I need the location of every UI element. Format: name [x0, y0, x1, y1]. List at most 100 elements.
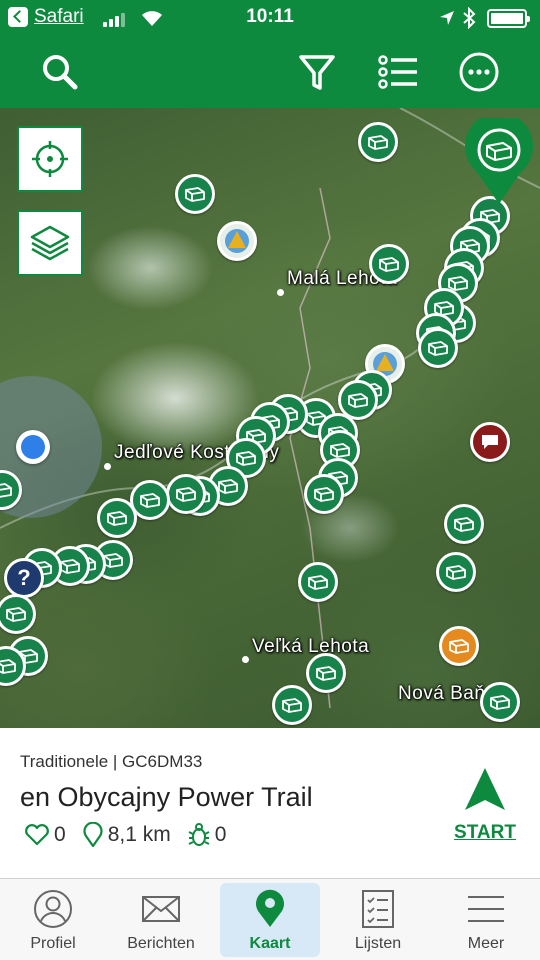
tab-label: Profiel [30, 935, 76, 952]
battery-icon [487, 9, 530, 28]
earthcache-marker[interactable] [439, 626, 479, 666]
menu-icon [468, 896, 504, 922]
location-pin-icon [83, 822, 103, 848]
cache-box-icon [282, 698, 302, 713]
profile-icon [34, 890, 72, 928]
filter-icon [299, 55, 335, 90]
more-icon [459, 52, 499, 92]
favorites-stat: 0 [24, 823, 66, 847]
layers-icon [30, 225, 70, 261]
cache-box-icon [60, 559, 80, 574]
more-options-button[interactable] [455, 48, 503, 96]
tab-label: Meer [467, 935, 505, 952]
map-view[interactable]: Malá Lehota Jedľové Kostoľany Veľká Leho… [0, 108, 540, 728]
cache-box-icon [0, 659, 16, 674]
cache-box-icon [140, 493, 160, 508]
cache-box-icon [449, 639, 469, 654]
location-arrow-icon [440, 11, 454, 25]
start-navigation-button[interactable]: START [440, 766, 530, 848]
cache-marker[interactable] [418, 328, 458, 368]
list-icon [378, 55, 417, 89]
search-icon [43, 55, 78, 90]
cache-box-icon [308, 575, 328, 590]
crosshair-icon [32, 141, 68, 177]
cache-marker[interactable] [304, 474, 344, 514]
cache-marker[interactable] [166, 474, 206, 514]
tab-label: Kaart [249, 935, 291, 952]
event-cache-marker[interactable] [470, 422, 510, 462]
navigation-arrow-icon [465, 768, 505, 810]
cache-marker[interactable] [175, 174, 215, 214]
cache-box-icon [236, 451, 256, 466]
cache-box-icon [490, 695, 510, 710]
cache-title: en Obycajny Power Trail [20, 782, 313, 812]
start-label: START [454, 822, 516, 843]
cache-stats: 0 8,1 km 0 [24, 822, 242, 848]
distance-stat: 8,1 km [82, 822, 171, 848]
tab-label: Lijsten [354, 935, 402, 952]
tab-more[interactable]: Meer [436, 883, 536, 957]
map-pin-icon [256, 889, 284, 927]
favorites-count: 0 [54, 823, 66, 846]
cache-marker[interactable] [369, 244, 409, 284]
search-button[interactable] [36, 48, 84, 96]
tab-messages[interactable]: Berichten [111, 883, 211, 957]
cache-marker[interactable] [444, 504, 484, 544]
question-mark-icon: ? [17, 565, 31, 590]
cache-box-icon [330, 443, 350, 458]
trackables-count: 0 [214, 823, 227, 846]
trackables-stat: 0 [187, 822, 227, 848]
cache-box-icon [176, 487, 196, 502]
bug-icon [188, 823, 210, 846]
multi-cache-marker[interactable] [217, 221, 257, 261]
cache-marker[interactable] [306, 653, 346, 693]
cache-box-icon [316, 666, 336, 681]
cache-preview-card[interactable]: Traditionele | GC6DM33 en Obycajny Power… [0, 728, 540, 878]
status-bar: Safari 10:11 [0, 0, 540, 36]
place-dot [104, 463, 111, 470]
tab-lists[interactable]: Lijsten [328, 883, 428, 957]
chat-bubble-icon [482, 435, 498, 449]
mail-icon [142, 896, 180, 922]
cache-box-icon [6, 607, 26, 622]
cache-box-icon [348, 393, 368, 408]
cache-marker[interactable] [358, 122, 398, 162]
map-toolbar [0, 36, 540, 108]
bluetooth-icon [463, 7, 476, 29]
list-view-button[interactable] [374, 48, 422, 96]
place-dot [242, 656, 249, 663]
selected-cache-pin[interactable] [463, 118, 535, 208]
cache-box-icon [446, 565, 466, 580]
cache-marker[interactable] [436, 552, 476, 592]
cache-box-icon [368, 135, 388, 150]
cache-box-icon [428, 341, 448, 356]
map-layers-button[interactable] [17, 210, 83, 276]
multi-cache-icon [225, 229, 249, 253]
tab-bar: Profiel Berichten Kaart Lijsten Meer [0, 878, 540, 960]
cache-box-icon [107, 511, 127, 526]
cache-marker[interactable] [298, 562, 338, 602]
tab-profile[interactable]: Profiel [3, 883, 103, 957]
tab-map[interactable]: Kaart [220, 883, 320, 957]
status-time: 10:11 [246, 6, 294, 27]
locate-me-button[interactable] [17, 126, 83, 192]
cache-box-icon [454, 517, 474, 532]
cache-marker[interactable] [480, 682, 520, 722]
cache-marker[interactable] [97, 498, 137, 538]
cache-box-icon [0, 483, 12, 498]
place-dot [277, 289, 284, 296]
cache-box-icon [314, 487, 334, 502]
cache-box-icon [185, 187, 205, 202]
cache-marker[interactable] [272, 685, 312, 725]
cache-box-icon [379, 257, 399, 272]
place-label: Veľká Lehota [252, 636, 370, 657]
tab-label: Berichten [127, 935, 195, 952]
checklist-icon [362, 890, 394, 928]
current-location-dot [16, 430, 50, 464]
unknown-cache-marker[interactable]: ? [4, 558, 44, 598]
cache-type-code: Traditionele | GC6DM33 [20, 752, 203, 771]
cache-box-icon [218, 479, 238, 494]
heart-icon [25, 824, 49, 846]
filter-button[interactable] [293, 48, 341, 96]
distance-value: 8,1 km [107, 823, 171, 846]
